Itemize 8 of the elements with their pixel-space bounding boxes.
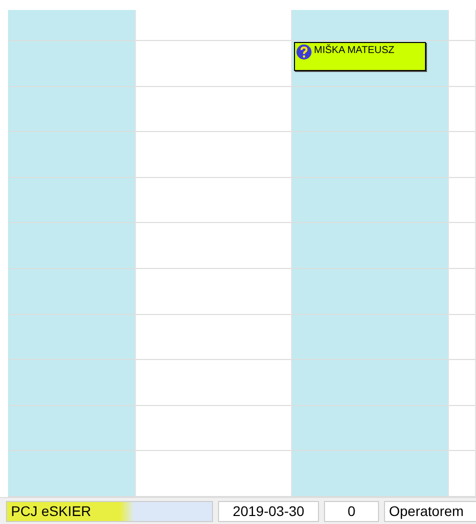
status-panel: PCJ eSKIER	[6, 501, 213, 522]
time-slot[interactable]: MIŠKA MATEUSZ	[292, 41, 448, 87]
calendar-event[interactable]: MIŠKA MATEUSZ	[294, 42, 426, 71]
status-panel: Operatorem	[384, 501, 476, 522]
status-panel: 0	[324, 501, 379, 522]
event-title: MIŠKA MATEUSZ	[314, 45, 394, 56]
status-panel: 2019-03-30	[218, 501, 319, 522]
question-icon	[296, 44, 312, 60]
